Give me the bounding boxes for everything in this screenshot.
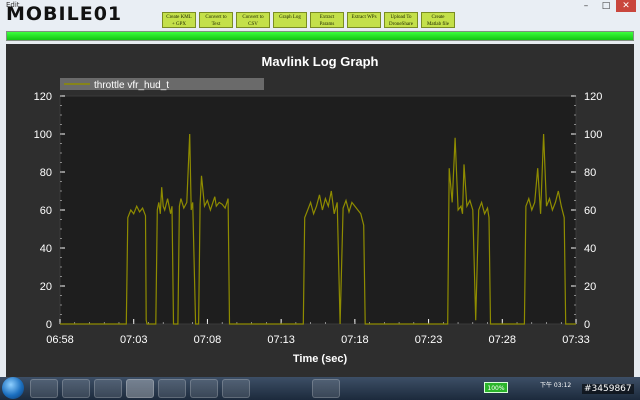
progress-fill	[7, 32, 633, 40]
convert-to-text-button[interactable]: Convert to Text	[199, 12, 233, 28]
create-kml-gpx-button[interactable]: Create KML + GPX	[162, 12, 196, 28]
x-tick-label: 07:23	[415, 334, 443, 346]
x-tick-label: 07:18	[341, 334, 369, 346]
convert-to-csv-button[interactable]: Convert to CSV	[236, 12, 270, 28]
toolbar: Create KML + GPX Convert to Text Convert t…	[162, 12, 455, 28]
y-tick-label: 0	[46, 319, 52, 331]
y-tick-label: 120	[34, 91, 52, 103]
y-tick-label-right: 120	[584, 91, 602, 103]
y-tick-label: 40	[40, 243, 52, 255]
extract-params-button[interactable]: Extract Params	[310, 12, 344, 28]
y-tick-label: 80	[40, 167, 52, 179]
taskbar-media-icon[interactable]	[94, 379, 122, 398]
y-tick-label: 60	[40, 205, 52, 217]
minimize-button[interactable]: –	[576, 0, 596, 12]
watermark-id: #3459867	[582, 384, 634, 394]
graph-panel: Mavlink Log Graph Time (sec) 0 0 20 20 40 40 6…	[6, 44, 634, 378]
y-tick-label: 100	[34, 129, 52, 141]
y-tick-label-right: 20	[584, 281, 596, 293]
chart-title: Mavlink Log Graph	[261, 54, 378, 69]
battery-indicator[interactable]: 100%	[484, 382, 508, 393]
site-logo: MOBILE01	[6, 3, 123, 25]
create-matlab-file-button[interactable]: Create Matlab file	[421, 12, 455, 28]
y-tick-label-right: 60	[584, 205, 596, 217]
legend: throttle vfr_hud_t	[60, 78, 264, 91]
y-tick-label-right: 80	[584, 167, 596, 179]
graph-log-button[interactable]: Graph Log	[273, 12, 307, 28]
log-graph-chart[interactable]: Mavlink Log Graph Time (sec) 0 0 20 20 40 40 6…	[6, 44, 634, 378]
x-tick-label: 07:28	[489, 334, 517, 346]
upload-droneshare-button[interactable]: Upload To DroneShare	[384, 12, 418, 28]
taskbar-pinned-icon[interactable]	[312, 379, 340, 398]
system-clock[interactable]: 下午 03:12	[540, 380, 571, 389]
y-tick-label-right: 40	[584, 243, 596, 255]
taskbar-folder-icon[interactable]	[62, 379, 90, 398]
y-tick-label-right: 100	[584, 129, 602, 141]
plot-area	[59, 95, 577, 325]
x-axis-label: Time (sec)	[293, 353, 348, 365]
taskbar-app-icon[interactable]	[158, 379, 186, 398]
start-button[interactable]	[2, 377, 24, 399]
taskbar-window-icon[interactable]	[222, 379, 250, 398]
x-tick-label: 07:13	[267, 334, 295, 346]
x-tick-label: 06:58	[46, 334, 74, 346]
y-tick-label-right: 0	[584, 319, 590, 331]
taskbar-chrome-icon[interactable]	[190, 379, 218, 398]
x-tick-label: 07:08	[194, 334, 222, 346]
taskbar-mission-planner-icon[interactable]	[126, 379, 154, 398]
taskbar-ie-icon[interactable]	[30, 379, 58, 398]
progress-bar	[6, 31, 634, 41]
extract-wps-button[interactable]: Extract WPs	[347, 12, 381, 28]
x-tick-label: 07:03	[120, 334, 148, 346]
legend-entry: throttle vfr_hud_t	[94, 80, 169, 91]
x-tick-label: 07:33	[562, 334, 590, 346]
close-button[interactable]: ✕	[616, 0, 636, 12]
y-tick-label: 20	[40, 281, 52, 293]
maximize-button[interactable]: □	[596, 0, 616, 12]
